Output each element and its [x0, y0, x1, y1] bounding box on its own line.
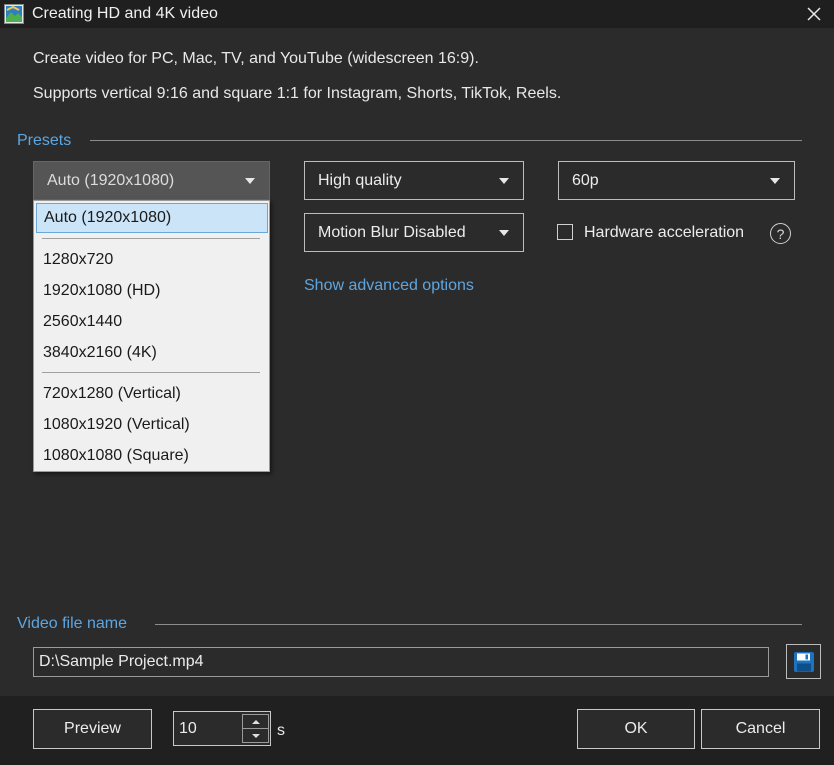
motion-blur-combo[interactable]: Motion Blur Disabled	[304, 213, 524, 252]
spin-down-button[interactable]	[243, 729, 268, 742]
framerate-combo-value: 60p	[572, 171, 599, 189]
floppy-disk-icon	[793, 651, 814, 672]
chevron-down-icon	[770, 178, 780, 184]
resolution-combo-value: Auto (1920x1080)	[47, 171, 175, 189]
hardware-acceleration-label[interactable]: Hardware acceleration	[584, 223, 744, 243]
dropdown-separator	[42, 238, 260, 239]
resolution-option[interactable]: 3840x2160 (4K)	[34, 338, 269, 368]
arrow-up-icon	[251, 719, 260, 724]
duration-value[interactable]: 10	[179, 712, 197, 745]
show-advanced-options-link[interactable]: Show advanced options	[304, 276, 474, 296]
chevron-down-icon	[499, 178, 509, 184]
resolution-dropdown-list: Auto (1920x1080) 1280x720 1920x1080 (HD)…	[33, 200, 270, 472]
preview-button[interactable]: Preview	[33, 709, 152, 749]
close-icon	[807, 7, 821, 21]
presets-divider	[90, 140, 802, 141]
resolution-option[interactable]: 1080x1920 (Vertical)	[34, 410, 269, 440]
hardware-acceleration-checkbox[interactable]	[557, 224, 573, 240]
description-line-1: Create video for PC, Mac, TV, and YouTub…	[33, 50, 479, 67]
motion-blur-combo-value: Motion Blur Disabled	[318, 223, 466, 241]
spin-buttons	[242, 714, 269, 743]
quality-combo[interactable]: High quality	[304, 161, 524, 200]
framerate-combo[interactable]: 60p	[558, 161, 795, 200]
app-icon	[4, 4, 24, 24]
presets-section-label: Presets	[17, 132, 72, 149]
help-icon-glyph: ?	[776, 225, 785, 242]
help-icon[interactable]: ?	[770, 223, 791, 244]
resolution-option[interactable]: 1080x1080 (Square)	[34, 441, 269, 471]
save-file-button[interactable]	[786, 644, 821, 679]
ok-button[interactable]: OK	[577, 709, 695, 749]
resolution-option[interactable]: Auto (1920x1080)	[36, 203, 268, 233]
spin-up-button[interactable]	[243, 715, 268, 729]
quality-combo-value: High quality	[318, 171, 402, 189]
chevron-down-icon	[499, 230, 509, 236]
description-line-2: Supports vertical 9:16 and square 1:1 fo…	[33, 85, 562, 102]
resolution-option[interactable]: 1280x720	[34, 245, 269, 275]
duration-unit: s	[277, 722, 285, 739]
cancel-button[interactable]: Cancel	[701, 709, 820, 749]
dropdown-separator	[42, 372, 260, 373]
file-divider	[155, 624, 802, 625]
arrow-down-icon	[251, 733, 260, 738]
video-file-name-label: Video file name	[17, 615, 127, 632]
resolution-combo[interactable]: Auto (1920x1080)	[33, 161, 270, 200]
chevron-down-icon	[245, 178, 255, 184]
duration-spinbox[interactable]: 10	[173, 711, 271, 746]
window-title: Creating HD and 4K video	[32, 5, 218, 22]
resolution-option[interactable]: 2560x1440	[34, 307, 269, 337]
resolution-option[interactable]: 720x1280 (Vertical)	[34, 379, 269, 409]
video-file-name-input[interactable]: D:\Sample Project.mp4	[33, 647, 769, 677]
close-button[interactable]	[800, 0, 828, 28]
resolution-option[interactable]: 1920x1080 (HD)	[34, 276, 269, 306]
